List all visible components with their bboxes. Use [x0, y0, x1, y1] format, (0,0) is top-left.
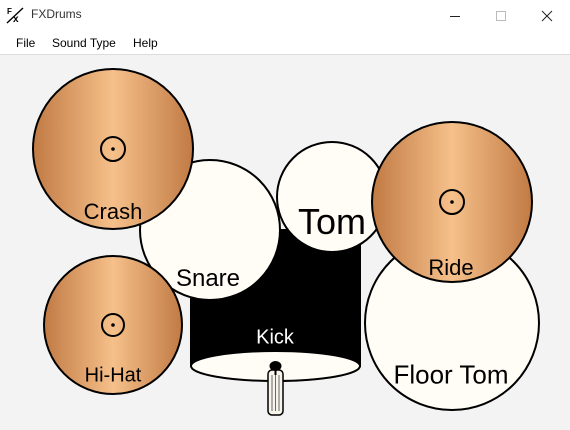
tom-label: Tom: [297, 201, 367, 242]
menu-file[interactable]: File: [16, 36, 35, 50]
menu-bar: File Sound Type Help: [0, 31, 570, 55]
kick-label: Kick: [256, 326, 294, 349]
maximize-button[interactable]: [478, 0, 524, 31]
minimize-icon: [450, 15, 460, 17]
svg-text:F: F: [7, 7, 12, 16]
close-icon: [541, 10, 553, 21]
window-title: FXDrums: [31, 7, 82, 21]
close-button[interactable]: [524, 0, 570, 31]
crash-label: Crash: [83, 199, 143, 224]
floor-tom-label: Floor Tom: [393, 359, 509, 390]
minimize-button[interactable]: [432, 0, 478, 31]
hi-hat-label: Hi-Hat: [84, 364, 142, 387]
menu-sound-type[interactable]: Sound Type: [52, 36, 116, 50]
fx-app-icon: F x: [6, 6, 24, 24]
snare-label: Snare: [175, 265, 241, 292]
drum-kit-canvas: Crash Snare Tom Ride Hi-Hat Kick Floor T…: [0, 55, 570, 430]
title-bar: F x FXDrums: [0, 0, 570, 31]
ride-label: Ride: [428, 255, 474, 280]
menu-help[interactable]: Help: [133, 36, 158, 50]
maximize-icon: [496, 10, 506, 21]
